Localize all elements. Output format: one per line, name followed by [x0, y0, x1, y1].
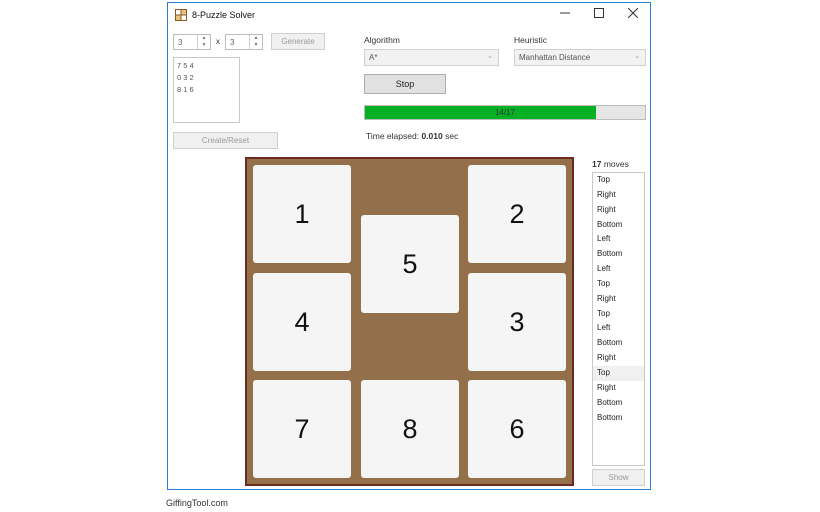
move-item[interactable]: Left [593, 262, 644, 277]
tile[interactable]: 3 [468, 273, 566, 371]
puzzle-input-line: 7 5 4 [177, 61, 194, 70]
minimize-button[interactable] [548, 3, 582, 27]
move-item[interactable]: Top [593, 365, 644, 381]
move-item[interactable]: Right [593, 203, 644, 218]
minimize-icon [560, 12, 570, 14]
elapsed-value: 0.010 [421, 131, 443, 141]
cols-spin-arrows[interactable]: ▲ ▼ [249, 35, 262, 49]
footer-watermark: GiffingTool.com [166, 498, 228, 508]
chevron-down-icon[interactable]: ▼ [198, 42, 210, 49]
tile[interactable]: 7 [253, 380, 351, 478]
move-item[interactable]: Right [593, 381, 644, 396]
close-button[interactable] [616, 3, 650, 27]
move-item[interactable]: Left [593, 321, 644, 336]
algorithm-value: A* [369, 53, 378, 62]
time-elapsed: Time elapsed: 0.010 sec [366, 131, 458, 141]
tile[interactable]: 1 [253, 165, 351, 263]
chevron-down-icon: ⌄ [487, 53, 493, 60]
move-item[interactable]: Bottom [593, 336, 644, 351]
close-icon [627, 7, 639, 19]
times-symbol: x [216, 37, 220, 46]
show-button[interactable]: Show [592, 469, 645, 486]
stop-button[interactable]: Stop [364, 74, 446, 94]
move-item[interactable]: Bottom [593, 396, 644, 411]
generate-button[interactable]: Generate [271, 33, 325, 50]
cols-value: 3 [230, 38, 235, 47]
elapsed-prefix: Time elapsed: [366, 131, 420, 141]
heuristic-value: Manhattan Distance [519, 53, 591, 62]
window-title: 8-Puzzle Solver [192, 10, 256, 20]
algorithm-label: Algorithm [364, 35, 400, 45]
solve-progress-bar: 14/17 [364, 105, 646, 120]
chevron-up-icon[interactable]: ▲ [198, 35, 210, 42]
chevron-up-icon[interactable]: ▲ [250, 35, 262, 42]
move-item[interactable]: Top [593, 173, 644, 188]
moves-word: moves [603, 159, 629, 169]
move-item[interactable]: Bottom [593, 411, 644, 426]
create-reset-button[interactable]: Create/Reset [173, 132, 278, 149]
moves-count: 17 [592, 159, 602, 169]
puzzle-input-line: 0 3 2 [177, 73, 194, 82]
move-item[interactable]: Top [593, 277, 644, 292]
move-item[interactable]: Bottom [593, 218, 644, 233]
puzzle-board: 1 2 4 5 3 7 8 6 [245, 157, 574, 486]
client-area: 3 ▲ ▼ x 3 ▲ ▼ Generate 7 5 4 0 3 2 8 1 6… [168, 27, 650, 489]
tile[interactable]: 6 [468, 380, 566, 478]
move-item[interactable]: Right [593, 292, 644, 307]
maximize-icon [594, 8, 604, 18]
maximize-button[interactable] [582, 3, 616, 27]
heuristic-label: Heuristic [514, 35, 548, 45]
progress-text: 14/17 [494, 108, 516, 117]
puzzle-input[interactable]: 7 5 4 0 3 2 8 1 6 [173, 57, 240, 123]
move-item[interactable]: Bottom [593, 247, 644, 262]
heuristic-select[interactable]: Manhattan Distance ⌄ [514, 49, 646, 66]
rows-value: 3 [178, 38, 183, 47]
tile[interactable]: 2 [468, 165, 566, 263]
chevron-down-icon[interactable]: ▼ [250, 42, 262, 49]
move-item[interactable]: Top [593, 307, 644, 322]
tile[interactable]: 8 [361, 380, 459, 478]
title-bar[interactable]: 8-Puzzle Solver [168, 3, 650, 27]
cols-spinner[interactable]: 3 ▲ ▼ [225, 34, 263, 50]
algorithm-select[interactable]: A* ⌄ [364, 49, 499, 66]
move-item[interactable]: Right [593, 351, 644, 366]
moves-list[interactable]: Top Right Right Bottom Left Bottom Left Top Righ… [592, 172, 645, 466]
rows-spinner[interactable]: 3 ▲ ▼ [173, 34, 211, 50]
puzzle-app-icon [175, 9, 187, 21]
moves-count-label: 17 moves [592, 159, 629, 169]
tile[interactable]: 4 [253, 273, 351, 371]
chevron-down-icon: ⌄ [634, 53, 640, 60]
tile[interactable]: 5 [361, 215, 459, 313]
move-item[interactable]: Left [593, 232, 644, 247]
elapsed-unit: sec [445, 131, 459, 141]
puzzle-input-line: 8 1 6 [177, 85, 194, 94]
rows-spin-arrows[interactable]: ▲ ▼ [197, 35, 210, 49]
move-item[interactable]: Right [593, 188, 644, 203]
app-window: 8-Puzzle Solver 3 ▲ ▼ x 3 ▲ ▼ Generate 7… [167, 2, 651, 490]
